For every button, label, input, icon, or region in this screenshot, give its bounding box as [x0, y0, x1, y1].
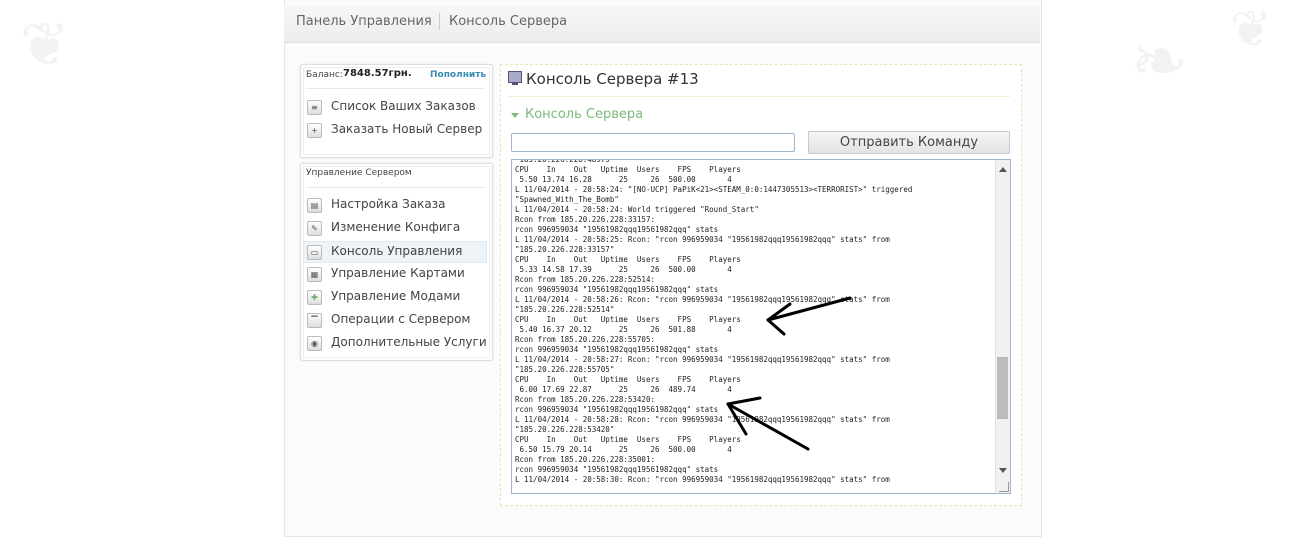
annotation-arrows: [726, 296, 852, 451]
annotation-arrow-upper: [766, 296, 852, 322]
